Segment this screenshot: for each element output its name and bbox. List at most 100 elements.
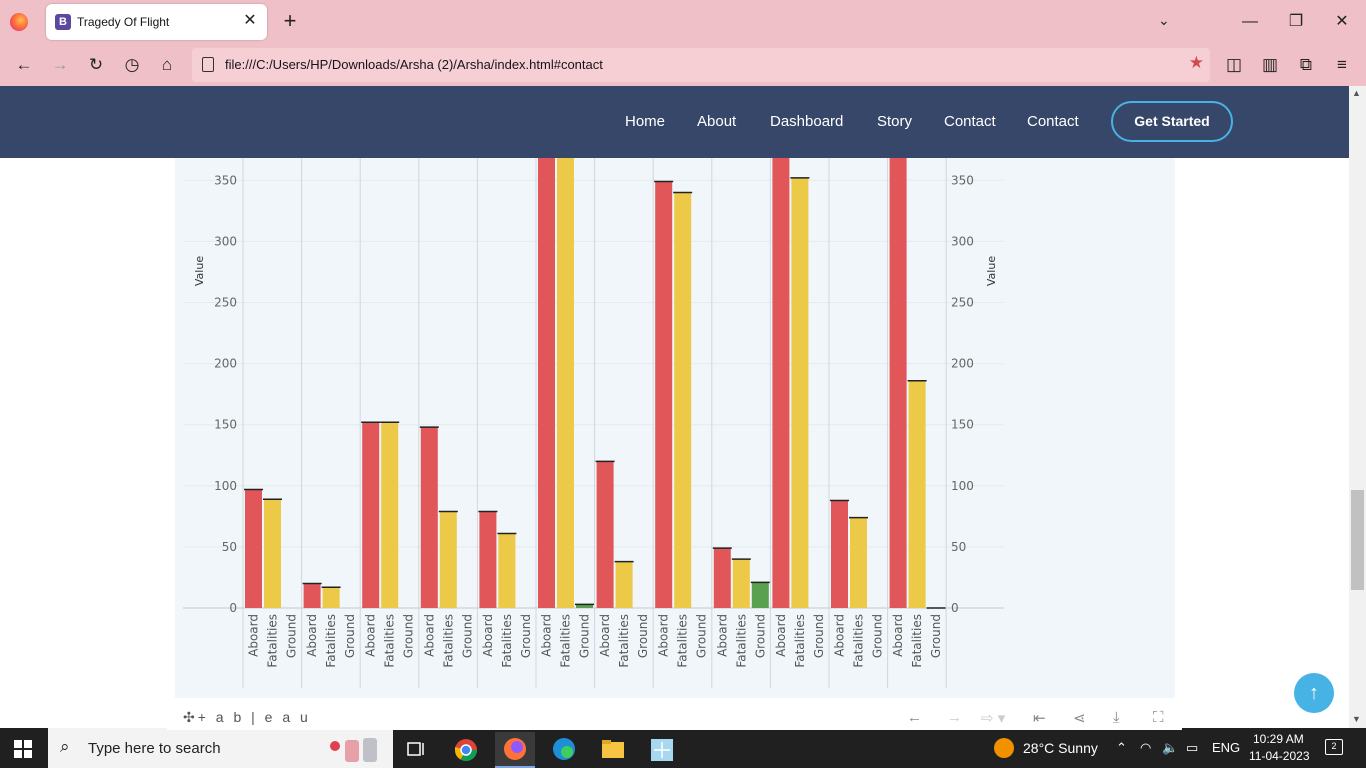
chrome-icon[interactable] xyxy=(446,732,486,768)
y-tick-label-right: 50 xyxy=(951,540,966,554)
page-scrollbar[interactable]: ▲ ▼ xyxy=(1349,86,1366,728)
y-tick-label-left: 200 xyxy=(214,357,237,371)
volume-icon[interactable]: 🔈 xyxy=(1162,740,1178,756)
bar-aboard xyxy=(303,583,321,608)
x-tick-label: Aboard xyxy=(305,614,319,657)
file-explorer-icon[interactable] xyxy=(593,732,633,768)
back-to-top-button[interactable]: ↑ xyxy=(1294,673,1334,713)
search-icon: ⌕ xyxy=(60,737,70,756)
x-tick-label: Aboard xyxy=(247,614,261,657)
tableau-cross-icon: ✣ xyxy=(183,709,198,725)
revert-icon[interactable]: ⇤ xyxy=(1033,709,1046,727)
x-tick-label: Aboard xyxy=(833,614,847,657)
clock-time[interactable]: 10:29 AM xyxy=(1253,732,1304,746)
bar-fatalities xyxy=(498,533,516,608)
x-tick-label: Aboard xyxy=(715,614,729,657)
share-icon[interactable]: ⋖ xyxy=(1073,709,1086,727)
tableau-toolbar: ✣+ a b | e a u ← → ⇨ ▾ ⇤ ⋖ ⤓ ⛶ xyxy=(167,706,1182,730)
bar-fatalities xyxy=(615,561,633,608)
x-tick-label: Ground xyxy=(753,614,767,658)
nav-home[interactable]: Home xyxy=(625,113,665,130)
search-highlight-icon xyxy=(330,738,377,762)
bar-fatalities xyxy=(674,192,692,608)
x-tick-label: Fatalities xyxy=(266,614,280,668)
x-tick-label: Ground xyxy=(871,614,885,658)
x-tick-label: Fatalities xyxy=(617,614,631,668)
x-tick-label: Fatalities xyxy=(734,614,748,668)
bar-ground xyxy=(751,582,769,608)
language-indicator[interactable]: ENG xyxy=(1212,740,1240,755)
taskbar-search[interactable]: ⌕ Type here to search xyxy=(48,728,393,768)
x-tick-label: Aboard xyxy=(540,614,554,657)
scroll-down-icon[interactable]: ▼ xyxy=(1352,714,1361,724)
nav-contact-2[interactable]: Contact xyxy=(1027,113,1079,130)
x-tick-label: Ground xyxy=(929,614,943,658)
y-tick-label-left: 150 xyxy=(214,418,237,432)
scroll-up-icon[interactable]: ▲ xyxy=(1352,88,1361,98)
x-tick-label: Fatalities xyxy=(559,614,573,668)
y-tick-label-left: 350 xyxy=(214,173,237,187)
x-tick-label: Fatalities xyxy=(910,614,924,668)
snip-tool-icon[interactable] xyxy=(642,732,682,768)
notification-icon[interactable]: 2 xyxy=(1325,739,1343,755)
x-tick-label: Ground xyxy=(343,614,357,658)
bar-aboard xyxy=(362,422,380,608)
nav-story[interactable]: Story xyxy=(877,113,912,130)
scroll-thumb[interactable] xyxy=(1351,490,1364,590)
x-tick-label: Aboard xyxy=(422,614,436,657)
nav-dashboard[interactable]: Dashboard xyxy=(770,113,843,130)
download-icon[interactable]: ⤓ xyxy=(1113,709,1120,726)
bar-aboard xyxy=(772,131,790,609)
weather-sun-icon[interactable] xyxy=(994,738,1014,758)
bar-fatalities xyxy=(850,517,867,608)
battery-icon[interactable]: ▭ xyxy=(1186,740,1198,756)
x-tick-label: Aboard xyxy=(364,614,378,657)
edge-icon[interactable] xyxy=(544,732,584,768)
x-tick-label: Fatalities xyxy=(383,614,397,668)
bar-fatalities xyxy=(732,559,750,608)
arrow-up-icon: ↑ xyxy=(1309,682,1319,704)
nav-about[interactable]: About xyxy=(697,113,736,130)
x-tick-label: Ground xyxy=(519,614,533,658)
network-icon[interactable]: ◠ xyxy=(1140,740,1151,756)
redo-icon[interactable]: → xyxy=(947,709,962,726)
windows-start-icon[interactable] xyxy=(14,740,32,758)
x-tick-label: Fatalities xyxy=(793,614,807,668)
x-tick-label: Ground xyxy=(812,614,826,658)
y-tick-label-left: 300 xyxy=(214,234,237,248)
x-tick-label: Ground xyxy=(695,614,709,658)
bar-aboard xyxy=(538,94,555,608)
y-tick-label-right: 250 xyxy=(951,296,974,310)
weather-text[interactable]: 28°C Sunny xyxy=(1023,740,1098,756)
chevron-up-icon[interactable]: ⌃ xyxy=(1116,740,1127,756)
replay-icon[interactable]: ⇨ ▾ xyxy=(981,709,1005,727)
y-tick-label-left: 50 xyxy=(222,540,237,554)
bar-aboard xyxy=(420,427,438,608)
undo-icon[interactable]: ← xyxy=(907,709,922,726)
y-tick-label-left: 250 xyxy=(214,296,237,310)
x-tick-label: Fatalities xyxy=(500,614,514,668)
task-view-icon[interactable] xyxy=(396,732,436,768)
x-tick-label: Aboard xyxy=(774,614,788,657)
x-tick-label: Aboard xyxy=(891,614,905,657)
x-tick-label: Aboard xyxy=(481,614,495,657)
x-tick-label: Ground xyxy=(636,614,650,658)
bar-aboard xyxy=(713,548,731,608)
windows-taskbar: ⌕ Type here to search 28°C Sunny ⌃ ◠ 🔈 ▭… xyxy=(0,728,1366,768)
bar-fatalities xyxy=(322,587,340,608)
get-started-button[interactable]: Get Started xyxy=(1111,101,1233,142)
fullscreen-icon[interactable]: ⛶ xyxy=(1153,709,1164,726)
clock-date[interactable]: 11-04-2023 xyxy=(1249,749,1310,763)
bar-aboard xyxy=(596,461,614,608)
y-tick-label-right: 200 xyxy=(951,357,974,371)
bar-aboard xyxy=(655,181,673,608)
tableau-logo-text: + a b | e a u xyxy=(197,709,311,725)
y-tick-label-right: 150 xyxy=(951,418,974,432)
nav-contact[interactable]: Contact xyxy=(944,113,996,130)
x-tick-label: Ground xyxy=(578,614,592,658)
firefox-taskbar-icon[interactable] xyxy=(495,732,535,768)
y-tick-label-left: 0 xyxy=(229,601,237,615)
tableau-logo[interactable]: ✣+ a b | e a u xyxy=(183,709,311,726)
y-axis-label-right: Value xyxy=(985,256,998,286)
x-tick-label: Fatalities xyxy=(676,614,690,668)
